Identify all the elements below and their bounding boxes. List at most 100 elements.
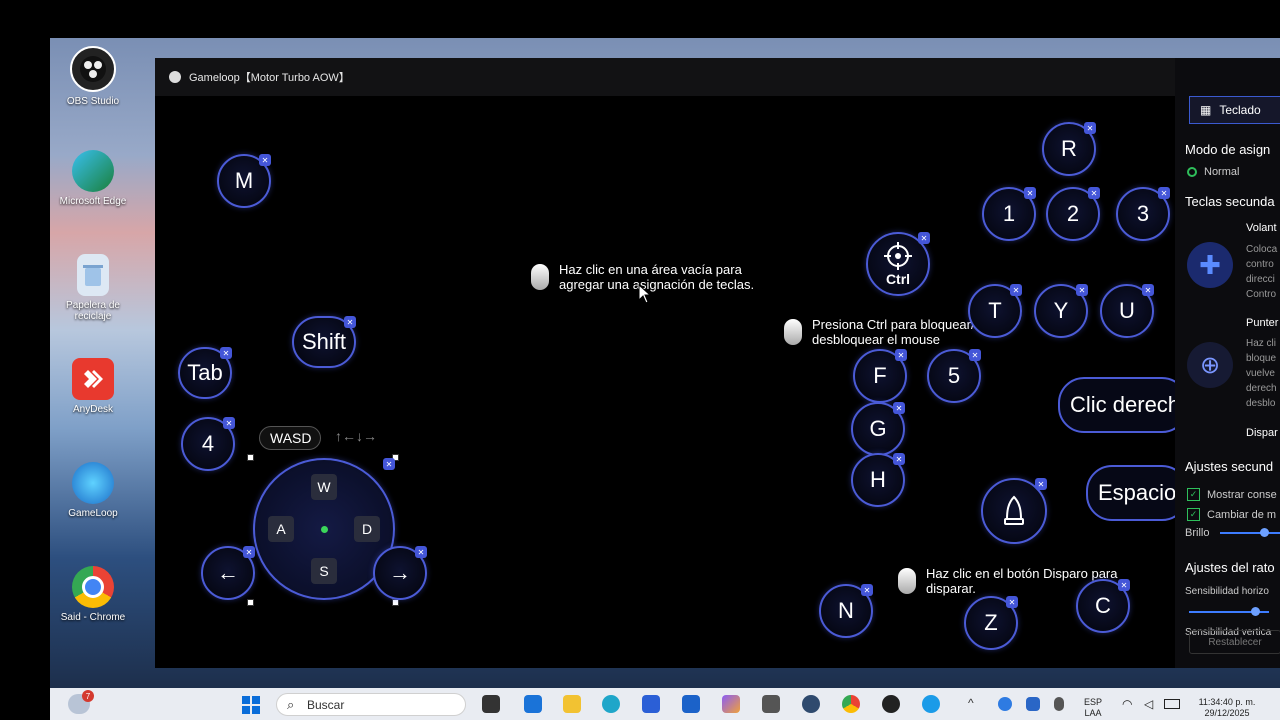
gameloop-icon [72, 462, 114, 504]
store-icon[interactable] [642, 695, 660, 713]
desktop-icon-edge[interactable]: Microsoft Edge [50, 150, 136, 207]
key-shift[interactable]: Shift ✕ [292, 316, 356, 368]
close-icon[interactable]: ✕ [1088, 187, 1100, 199]
resize-handle[interactable] [247, 599, 254, 606]
key-right-click[interactable]: Clic derech [1058, 377, 1175, 433]
resize-handle[interactable] [247, 454, 254, 461]
desktop-icon-chrome[interactable]: Said - Chrome [50, 566, 136, 623]
key-1[interactable]: 1 ✕ [982, 187, 1036, 241]
mode-normal-radio[interactable]: Normal [1187, 166, 1239, 178]
sync-icon[interactable] [998, 697, 1012, 711]
checkbox-show[interactable]: ✓ Mostrar conse [1187, 488, 1277, 501]
key-space[interactable]: Espacio [1086, 465, 1175, 521]
key-z[interactable]: Z ✕ [964, 596, 1018, 650]
key-n[interactable]: N ✕ [819, 584, 873, 638]
tab-keyboard[interactable]: ▦ Teclado [1189, 96, 1280, 124]
desktop-icon-recycle[interactable]: Papelera de reciclaje [50, 254, 136, 322]
key-ctrl-crosshair[interactable]: Ctrl ✕ [866, 232, 930, 296]
desktop-icon-anydesk[interactable]: AnyDesk [50, 358, 136, 415]
close-icon[interactable]: ✕ [259, 154, 271, 166]
clock[interactable]: 11:34:40 p. m. 29/12/2025 [1192, 697, 1262, 719]
crosshair-icon[interactable]: ⊕ [1187, 342, 1233, 388]
task-view-icon[interactable] [482, 695, 500, 713]
close-icon[interactable]: ✕ [1010, 284, 1022, 296]
close-icon[interactable]: ✕ [1084, 122, 1096, 134]
wifi-icon[interactable]: ◠ [1122, 697, 1132, 711]
close-icon[interactable]: ✕ [1142, 284, 1154, 296]
close-icon[interactable]: ✕ [243, 546, 255, 558]
key-m[interactable]: M ✕ [217, 154, 271, 208]
close-icon[interactable]: ✕ [1076, 284, 1088, 296]
key-u[interactable]: U ✕ [1100, 284, 1154, 338]
close-icon[interactable]: ✕ [344, 316, 356, 328]
key-a[interactable]: A [268, 516, 294, 542]
checkbox-change[interactable]: ✓ Cambiar de m [1187, 508, 1276, 521]
wasd-direction-arrows: ↑←↓→ [335, 428, 377, 444]
close-icon[interactable]: ✕ [893, 453, 905, 465]
close-icon[interactable]: ✕ [1118, 579, 1130, 591]
desktop-icon-gameloop[interactable]: GameLoop [50, 462, 136, 519]
reset-button[interactable]: Restablecer [1189, 630, 1280, 654]
sens-horizontal-slider[interactable] [1189, 607, 1269, 616]
search-input[interactable]: ⌕ Buscar [276, 693, 466, 716]
resize-handle[interactable] [392, 599, 399, 606]
key-5[interactable]: 5 ✕ [927, 349, 981, 403]
security-icon[interactable] [1026, 697, 1040, 711]
speaker-icon[interactable]: ◁ [1144, 697, 1153, 711]
key-h[interactable]: H ✕ [851, 453, 905, 507]
close-icon[interactable]: ✕ [861, 584, 873, 596]
key-w[interactable]: W [311, 474, 337, 500]
chrome-taskbar-icon[interactable] [842, 695, 860, 713]
close-icon[interactable]: ✕ [1024, 187, 1036, 199]
file-explorer-icon[interactable] [563, 695, 581, 713]
edge-taskbar-icon[interactable] [602, 695, 620, 713]
weather-icon[interactable]: 7 [68, 690, 94, 714]
obs-taskbar-icon[interactable] [882, 695, 900, 713]
key-t[interactable]: T ✕ [968, 284, 1022, 338]
key-left-arrow[interactable]: ← ✕ [201, 546, 255, 600]
language-indicator[interactable]: ESP LAA [1084, 697, 1102, 719]
key-4[interactable]: 4 ✕ [181, 417, 235, 471]
fire-button[interactable]: ✕ [981, 478, 1047, 544]
app-compass-icon[interactable] [802, 695, 820, 713]
slider-thumb[interactable] [1251, 607, 1260, 616]
key-tab[interactable]: Tab ✕ [178, 347, 232, 399]
close-icon[interactable]: ✕ [223, 417, 235, 429]
key-r[interactable]: R ✕ [1042, 122, 1096, 176]
close-icon[interactable]: ✕ [918, 232, 930, 244]
key-3[interactable]: 3 ✕ [1116, 187, 1170, 241]
key-right-arrow[interactable]: → ✕ [373, 546, 427, 600]
close-icon[interactable]: ✕ [969, 349, 981, 361]
close-icon[interactable]: ✕ [895, 349, 907, 361]
outlook-icon[interactable] [524, 695, 542, 713]
close-icon[interactable]: ✕ [1035, 478, 1047, 490]
close-icon[interactable]: ✕ [893, 402, 905, 414]
dpad-icon[interactable]: ✚ [1187, 242, 1233, 288]
battery-icon[interactable] [1164, 699, 1180, 709]
brillo-slider[interactable] [1220, 528, 1280, 537]
app-gray-icon[interactable] [762, 695, 780, 713]
key-2[interactable]: 2 ✕ [1046, 187, 1100, 241]
key-c[interactable]: C ✕ [1076, 579, 1130, 633]
key-y[interactable]: Y ✕ [1034, 284, 1088, 338]
key-s[interactable]: S [311, 558, 337, 584]
close-icon[interactable]: ✕ [220, 347, 232, 359]
slider-thumb[interactable] [1260, 528, 1269, 537]
close-icon[interactable]: ✕ [415, 546, 427, 558]
close-icon[interactable]: ✕ [1158, 187, 1170, 199]
key-label: Z [984, 610, 998, 635]
recycle-bin-icon [77, 254, 109, 296]
gameloop-taskbar-icon[interactable] [922, 695, 940, 713]
key-f[interactable]: F ✕ [853, 349, 907, 403]
copilot-icon[interactable] [722, 695, 740, 713]
key-d[interactable]: D [354, 516, 380, 542]
start-icon[interactable] [242, 696, 260, 714]
close-icon[interactable]: ✕ [1006, 596, 1018, 608]
desktop-icon-obs[interactable]: OBS Studio [50, 46, 136, 107]
chevron-up-icon[interactable]: ^ [968, 696, 974, 710]
microphone-icon[interactable] [1054, 697, 1064, 711]
close-icon[interactable]: ✕ [383, 458, 395, 470]
key-g[interactable]: G ✕ [851, 402, 905, 456]
app-l-icon[interactable] [682, 695, 700, 713]
key-mapping-canvas[interactable]: M ✕ Shift ✕ Tab ✕ 4 ✕ WASD ↑←↓→ W A D S ✕ ← ✕… [155, 96, 1175, 668]
